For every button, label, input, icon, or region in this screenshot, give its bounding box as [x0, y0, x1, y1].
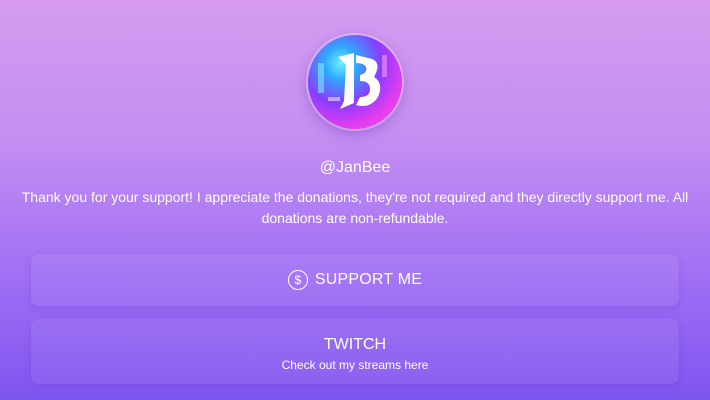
twitch-link-title: TWITCH: [323, 336, 387, 353]
avatar: [308, 35, 402, 129]
dollar-circle-icon: $: [287, 270, 308, 290]
link-page: @JanBee Thank you for your support! I ap…: [0, 0, 710, 400]
jb-logo-icon: [318, 53, 387, 109]
support-me-content: $ SUPPORT ME: [287, 270, 423, 290]
profile-bio: Thank you for your support! I appreciate…: [21, 189, 689, 226]
support-me-label: SUPPORT ME: [314, 271, 423, 288]
support-me-button[interactable]: $ SUPPORT ME: [31, 254, 679, 306]
twitch-link-button[interactable]: TWITCH Check out my streams here: [31, 319, 679, 384]
twitch-link-subtitle: Check out my streams here: [281, 358, 429, 372]
profile-handle: @JanBee: [319, 159, 391, 176]
